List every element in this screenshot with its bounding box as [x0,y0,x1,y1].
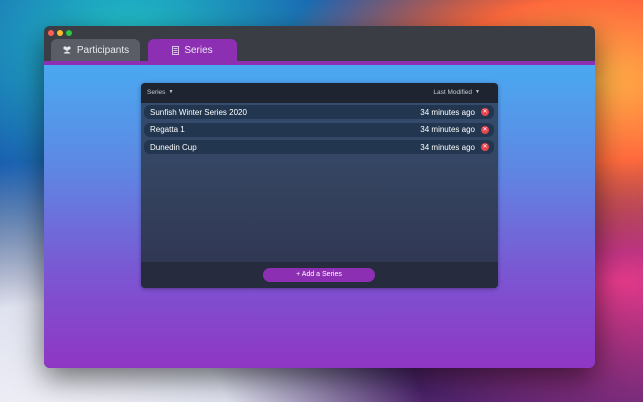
list-item[interactable]: Sunfish Winter Series 2020 34 minutes ag… [144,105,494,119]
tab-series-label: Series [184,44,213,56]
tab-participants-label: Participants [76,44,130,56]
series-column-label: Series [147,89,166,96]
series-modified: 34 minutes ago [420,142,475,152]
close-window-button[interactable] [48,30,54,36]
tab-participants[interactable]: Participants [51,39,140,61]
series-name: Dunedin Cup [150,142,197,152]
app-window: Participants Series Series ▼ Last Modifi… [44,26,595,368]
sort-by-series-header[interactable]: Series ▼ [147,89,173,96]
maximize-window-button[interactable] [66,30,72,36]
panel-footer: + Add a Series [141,262,498,288]
list-item[interactable]: Dunedin Cup 34 minutes ago ✕ [144,140,494,154]
series-name: Regatta 1 [150,125,185,134]
series-name: Sunfish Winter Series 2020 [150,107,247,117]
people-icon [62,46,72,54]
list-item[interactable]: Regatta 1 34 minutes ago ✕ [144,122,494,137]
add-series-button[interactable]: + Add a Series [263,268,375,282]
title-bar: Participants Series [44,26,595,62]
sort-by-modified-header[interactable]: Last Modified ▼ [433,89,480,96]
delete-icon[interactable]: ✕ [481,108,489,116]
tab-series[interactable]: Series [148,39,237,61]
series-modified: 34 minutes ago [420,107,475,117]
table-header: Series ▼ Last Modified ▼ [141,83,498,103]
series-panel: Series ▼ Last Modified ▼ Sunfish Winter Se… [141,83,498,288]
chevron-down-icon: ▼ [475,89,480,96]
minimize-window-button[interactable] [57,30,63,36]
modified-column-label: Last Modified [433,89,473,96]
delete-icon[interactable]: ✕ [481,143,489,151]
main-content: Series ▼ Last Modified ▼ Sunfish Winter Se… [44,65,595,368]
chevron-down-icon: ▼ [168,89,174,96]
series-modified: 34 minutes ago [420,125,475,134]
delete-icon[interactable]: ✕ [481,125,489,134]
list-icon [172,45,180,55]
series-list: Sunfish Winter Series 2020 34 minutes ag… [144,105,494,158]
